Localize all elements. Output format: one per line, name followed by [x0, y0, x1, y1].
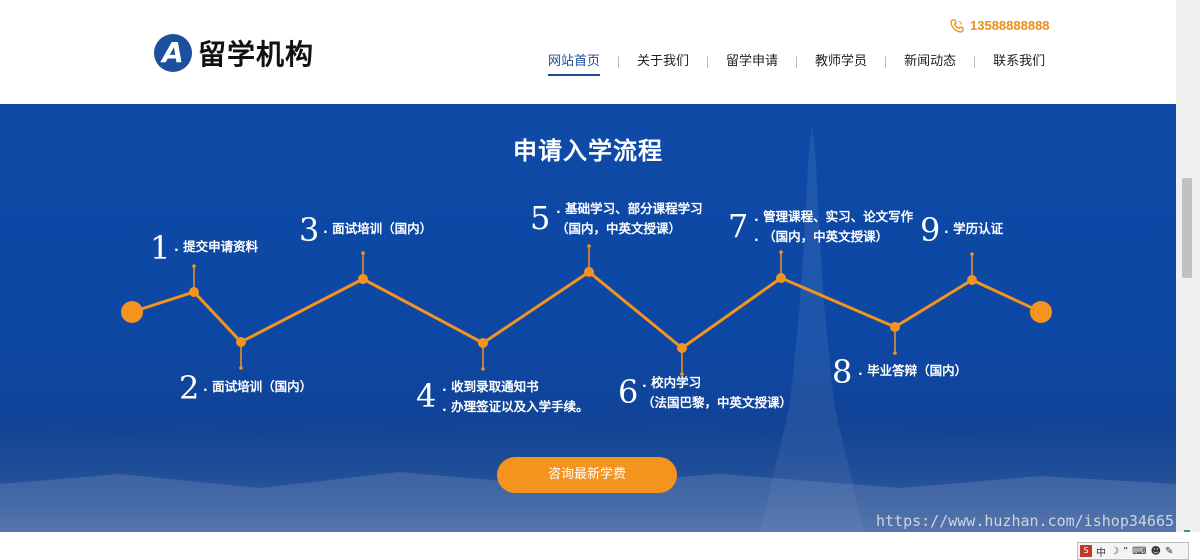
logo-text: 留学机构 — [198, 38, 315, 71]
nav-teachers[interactable]: 教师学员 — [797, 52, 885, 72]
page-footer-strip — [0, 532, 1200, 558]
nav-about[interactable]: 关于我们 — [619, 52, 707, 72]
scrollbar[interactable] — [1176, 0, 1200, 544]
flow-node — [358, 274, 368, 284]
step-label: . 基础学习、部分课程学习 — [556, 201, 703, 216]
site-logo[interactable]: A 留学机构 — [154, 33, 314, 73]
step-label: . 提交申请资料 — [174, 239, 259, 254]
ime-logo-icon: S — [1080, 545, 1092, 557]
flow-node — [584, 267, 594, 277]
flow-node — [890, 322, 900, 332]
scrollbar-thumb[interactable] — [1182, 178, 1192, 278]
step-number: 9 — [920, 211, 941, 249]
step-label: . 毕业答辩（国内） — [858, 363, 968, 378]
keyboard-icon[interactable]: ⌨ — [1132, 546, 1146, 557]
flow-node — [189, 287, 199, 297]
flow-node — [236, 337, 246, 347]
process-banner: 申请入学流程 1. 提交申请资料 2. 面试培训（国内） 3. 面试培训（国内） 4.… — [0, 104, 1176, 532]
flow-polyline — [131, 270, 1042, 350]
flow-endpoint — [121, 301, 143, 323]
main-nav: 网站首页 关于我们 留学申请 教师学员 新闻动态 联系我们 — [530, 52, 1063, 76]
logo-letter: A — [162, 36, 184, 69]
step-number: 6 — [618, 373, 639, 411]
phone-number: 13588888888 — [970, 18, 1050, 33]
wrench-icon[interactable]: ✎ — [1165, 546, 1173, 557]
step-number: 4 — [416, 377, 437, 415]
flow-node-tip — [893, 351, 897, 355]
quote-icon[interactable]: ” — [1123, 546, 1128, 557]
flow-node-tip — [239, 366, 243, 370]
flow-endpoint — [1030, 301, 1052, 323]
step-number: 5 — [530, 199, 551, 237]
step-label: . 管理课程、实习、论文写作 — [754, 209, 914, 224]
step-label: . 办理签证以及入学手续。 — [442, 399, 589, 414]
flow-node-tip — [779, 250, 783, 254]
nav-news[interactable]: 新闻动态 — [886, 52, 974, 72]
user-icon[interactable]: ☻ — [1151, 546, 1161, 557]
step-label: . （国内，中英文授课） — [754, 229, 889, 244]
step-label: （国内，中英文授课） — [556, 221, 682, 236]
site-header: A 留学机构 13588888888 网站首页 关于我们 留学申请 教师学员 新… — [0, 0, 1176, 104]
flow-node — [776, 273, 786, 283]
step-label: . 收到录取通知书 — [442, 379, 539, 394]
step-label: . 校内学习 — [642, 375, 702, 390]
nav-contact[interactable]: 联系我们 — [975, 52, 1063, 72]
step-label: （法国巴黎，中英文授课） — [642, 395, 793, 410]
watermark-url: https://www.huzhan.com/ishop34665 — [876, 512, 1175, 530]
flow-node — [478, 338, 488, 348]
step-number: 8 — [832, 353, 853, 391]
flow-node — [677, 343, 687, 353]
step-number: 3 — [299, 211, 320, 249]
nav-home[interactable]: 网站首页 — [530, 52, 618, 76]
flow-node-tip — [970, 252, 974, 256]
step-number: 1 — [150, 229, 171, 267]
step-number: 2 — [179, 369, 200, 407]
flow-node-tip — [192, 264, 196, 268]
step-number: 7 — [728, 207, 749, 245]
phone-icon — [950, 18, 964, 33]
flow-node-tip — [361, 251, 365, 255]
step-label: . 面试培训（国内） — [323, 221, 433, 236]
consult-fees-button[interactable]: 咨询最新学费 — [497, 457, 677, 493]
step-label: . 学历认证 — [944, 221, 1004, 236]
step-label: . 面试培训（国内） — [203, 379, 313, 394]
flow-node-tip — [481, 367, 485, 371]
flow-node — [967, 275, 977, 285]
nav-apply[interactable]: 留学申请 — [708, 52, 796, 72]
moon-icon[interactable]: ☽ — [1110, 546, 1119, 557]
ime-toolbar[interactable]: S 中 ☽ ” ⌨ ☻ ✎ — [1077, 542, 1189, 560]
phone-contact: 13588888888 — [950, 18, 1050, 33]
logo-mark: A — [154, 34, 192, 72]
flow-node-tip — [587, 244, 591, 248]
ime-lang[interactable]: 中 — [1096, 544, 1106, 559]
